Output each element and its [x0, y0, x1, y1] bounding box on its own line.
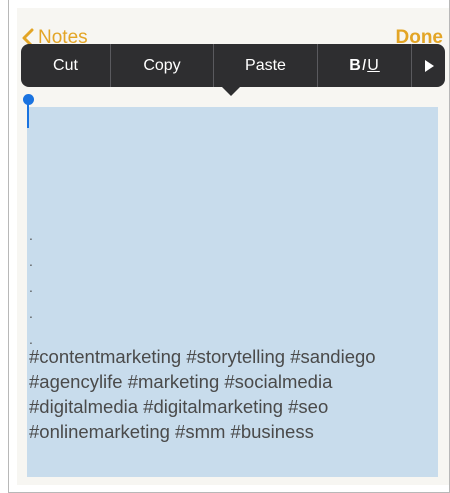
copy-button[interactable]: Copy [111, 44, 214, 87]
screen-frame: Notes Done Cut Copy Paste BIU . . . . . … [8, 0, 450, 493]
edit-context-menu: Cut Copy Paste BIU [21, 44, 445, 87]
note-dot-lines: . . . . . [29, 222, 33, 352]
format-biu-button[interactable]: BIU [318, 44, 412, 87]
dot-line: . [29, 305, 33, 321]
bold-label: B [349, 56, 362, 74]
selection-cursor-bar [27, 104, 29, 128]
menu-pointer-arrow [221, 86, 241, 96]
paste-button[interactable]: Paste [214, 44, 318, 87]
dot-line: . [29, 227, 33, 243]
dot-line: . [29, 279, 33, 295]
hashtag-line: #contentmarketing #storytelling #sandieg… [29, 346, 376, 367]
note-hashtags[interactable]: #contentmarketing #storytelling #sandieg… [29, 344, 435, 444]
more-options-button[interactable] [412, 44, 445, 87]
play-right-icon [424, 59, 434, 72]
cut-button[interactable]: Cut [21, 44, 111, 87]
hashtag-line: #digitalmedia #digitalmarketing #seo [29, 396, 329, 417]
hashtag-line: #agencylife #marketing #socialmedia [29, 371, 333, 392]
dot-line: . [29, 253, 33, 269]
hashtag-line: #onlinemarketing #smm #business [29, 421, 314, 442]
underline-label: U [367, 56, 380, 74]
